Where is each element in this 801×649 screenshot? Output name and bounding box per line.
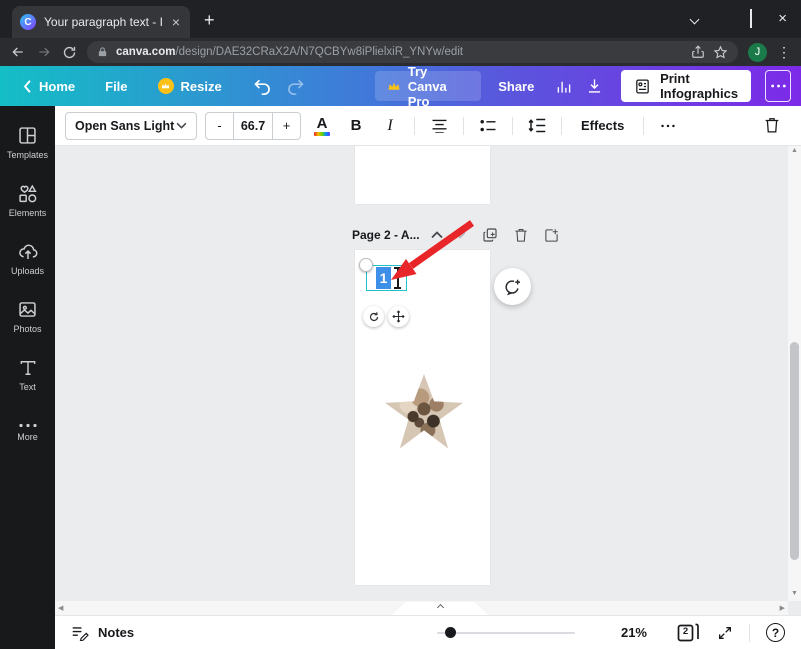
window-menu-chevron-icon[interactable] [689,10,700,28]
text-align-icon[interactable] [426,112,452,140]
bookmark-star-icon[interactable] [713,45,728,60]
pro-crown-icon [157,78,174,94]
lock-icon [97,46,108,58]
page-count: 2 [682,626,689,637]
duplicate-page-icon[interactable] [482,227,498,243]
vertical-scrollbar[interactable]: ▲ ▼ [788,146,801,601]
text-color-button[interactable]: A [309,112,335,140]
scroll-right-icon[interactable]: ▶ [780,604,785,612]
text-format-toolbar: Open Sans Light - 66.7 + A B I Effects [55,106,801,146]
back-icon[interactable] [10,44,26,60]
tab-close-icon[interactable]: × [170,15,182,29]
scroll-down-icon[interactable]: ▼ [791,589,798,601]
more-icon [18,423,37,428]
notes-icon [71,625,89,641]
zoom-level: 21% [620,625,647,640]
help-button[interactable]: ? [766,623,785,642]
collapse-panel-tab[interactable] [392,602,488,615]
tab-title: Your paragraph text - Infographic [44,15,162,29]
delete-element-icon[interactable] [759,112,785,140]
notes-button[interactable]: Notes [71,625,134,641]
fullscreen-icon[interactable] [717,625,733,641]
sidebar-item-text[interactable]: Text [2,351,54,398]
canva-favicon: C [20,14,36,30]
line-spacing-icon[interactable] [524,112,550,140]
sidebar-item-elements[interactable]: Elements [2,177,54,224]
chevron-down-icon [176,122,187,129]
sidebar-item-more[interactable]: More [2,409,54,456]
url-text: canva.com/design/DAE32CRaX2A/N7QCBYw8iPl… [116,46,464,58]
forward-icon[interactable] [36,44,52,60]
bold-button[interactable]: B [343,112,369,140]
crown-icon [387,81,401,92]
zoom-slider-knob[interactable] [445,627,456,638]
page-grid-view-button[interactable]: 2 [677,623,699,643]
effects-button[interactable]: Effects [573,118,632,133]
close-window-button[interactable]: × [778,11,787,26]
sidebar-item-uploads[interactable]: Uploads [2,235,54,282]
page-1-partial[interactable] [355,146,490,204]
templates-icon [17,125,38,146]
download-icon[interactable] [581,71,607,101]
home-button[interactable]: Home [10,70,88,102]
canva-header: Home File Resize Try Canva Pro Share Pri… [0,64,801,109]
header-more-icon[interactable] [765,70,792,102]
delete-page-icon[interactable] [514,228,528,243]
file-menu-button[interactable]: File [92,70,140,102]
try-canva-pro-button[interactable]: Try Canva Pro [374,64,482,109]
sidebar-item-templates[interactable]: Templates [2,119,54,166]
browser-tab[interactable]: C Your paragraph text - Infographic × [12,6,190,38]
browser-menu-icon[interactable]: ⋮ [777,44,791,61]
scroll-up-icon[interactable]: ▲ [791,146,798,158]
printer-icon [634,78,651,95]
move-handle[interactable] [388,306,409,327]
selection-corner-handle[interactable] [359,258,373,272]
share-button[interactable]: Share [485,70,547,102]
object-panel-sidebar: Templates Elements Uploads Photos Text M… [0,106,55,649]
reload-icon[interactable] [62,45,77,60]
print-infographics-button[interactable]: Print Infographics [621,70,752,102]
resize-button[interactable]: Resize [145,70,235,102]
red-pointer-arrow [391,220,475,280]
add-comment-button[interactable] [494,268,531,305]
new-tab-button[interactable]: + [204,10,215,31]
status-bar: Notes 21% 2 ? [55,615,801,649]
browser-window: C Your paragraph text - Infographic × + … [0,0,801,649]
profile-avatar[interactable]: J [748,42,767,62]
redo-icon[interactable] [286,78,305,95]
italic-button[interactable]: I [377,112,403,140]
rainbow-color-bar [314,132,330,136]
photos-icon [17,299,38,320]
share-page-icon[interactable] [691,45,705,59]
uploads-icon [17,241,39,262]
undo-icon[interactable] [253,78,272,95]
address-bar[interactable]: canva.com/design/DAE32CRaX2A/N7QCBYw8iPl… [87,41,738,63]
sidebar-item-photos[interactable]: Photos [2,293,54,340]
design-canvas[interactable]: Page 2 - A... 1 ▲ ▼ ◀ ▶ [55,146,801,615]
scroll-left-icon[interactable]: ◀ [58,604,63,612]
text-icon [18,358,38,378]
toolbar-more-icon[interactable] [655,112,681,140]
font-size-stepper: - 66.7 + [205,111,301,140]
vertical-scroll-thumb[interactable] [790,342,799,560]
font-family-select[interactable]: Open Sans Light [65,111,197,140]
maximize-button[interactable] [750,9,753,28]
font-size-increase-button[interactable]: + [273,113,300,139]
insights-chart-icon[interactable] [551,71,577,101]
bullet-list-icon[interactable] [475,112,501,140]
browser-urlbar: canva.com/design/DAE32CRaX2A/N7QCBYw8iPl… [0,38,801,66]
zoom-slider[interactable] [437,627,575,638]
browser-titlebar: C Your paragraph text - Infographic × + … [0,0,801,38]
add-page-icon[interactable] [544,228,559,243]
font-size-value[interactable]: 66.7 [233,112,273,139]
font-size-decrease-button[interactable]: - [206,113,233,139]
rotate-handle[interactable] [363,306,384,327]
elements-icon [17,183,38,204]
